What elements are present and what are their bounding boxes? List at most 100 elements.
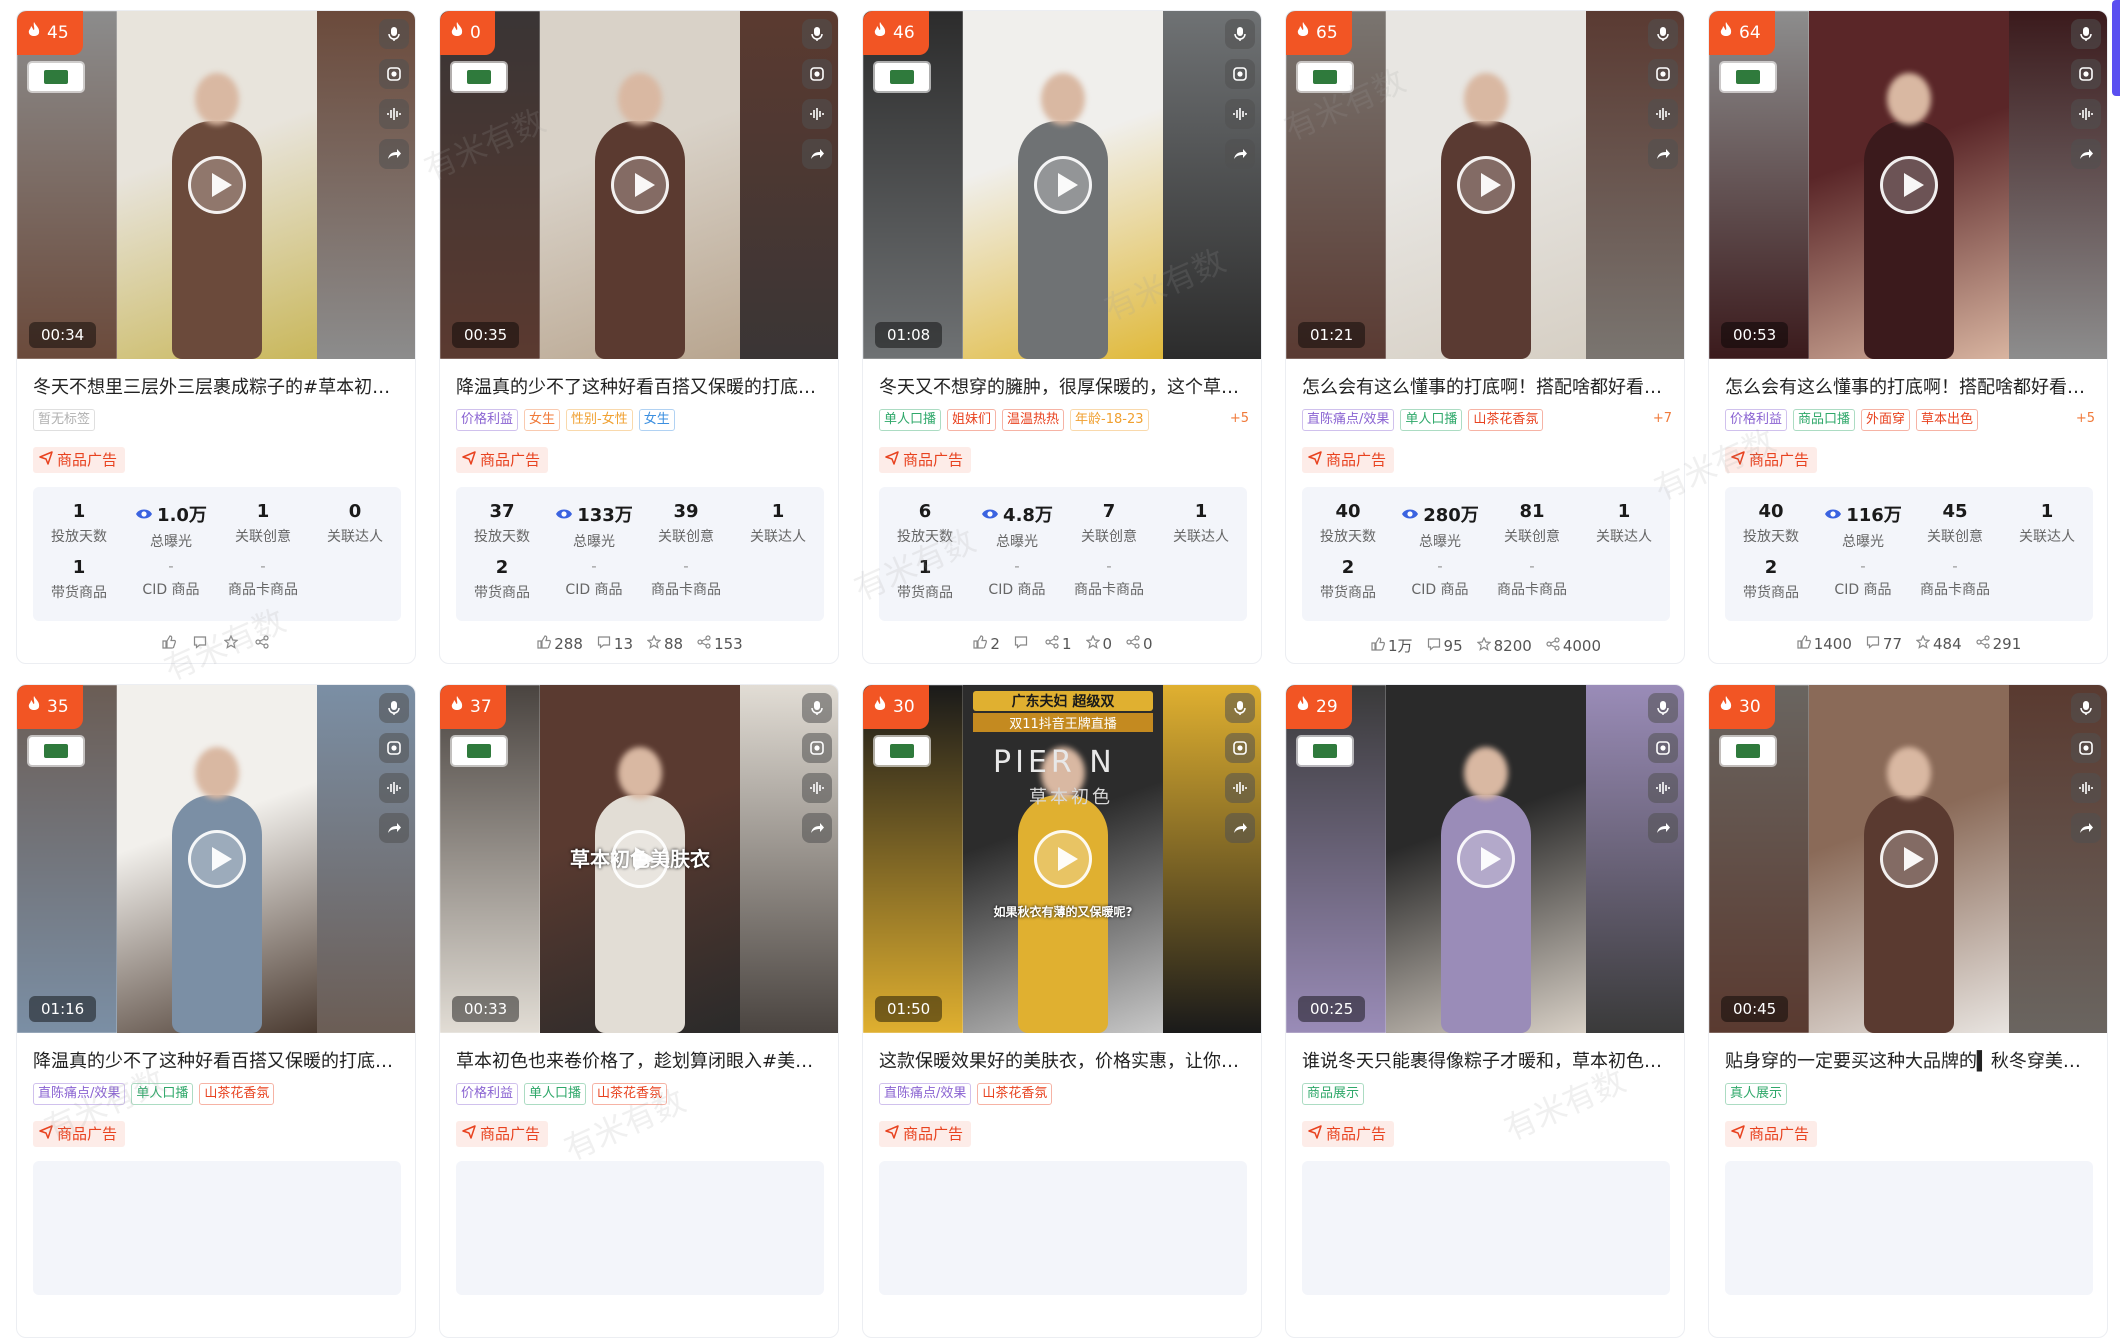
video-ad-card[interactable]: 35 01:16 降温真的少不了这种好看百搭又保暖的打底衫... 直陈痛点/效果 单人口… — [16, 684, 416, 1338]
video-title[interactable]: 谁说冬天只能裹得像粽子才暖和，草本初色山... — [1302, 1047, 1672, 1073]
metric-value: 4.8万 — [971, 501, 1063, 527]
metric-days: 40 投放天数 — [1725, 501, 1817, 546]
share-icon[interactable] — [1225, 139, 1255, 169]
video-thumbnail[interactable]: 30 00:45 — [1709, 685, 2107, 1033]
video-thumbnail[interactable]: 64 00:53 — [1709, 11, 2107, 359]
play-icon[interactable] — [1457, 830, 1515, 888]
audio-wave-icon[interactable] — [802, 99, 832, 129]
transcript-icon[interactable] — [1648, 693, 1678, 723]
video-ad-card[interactable]: 64 00:53 怎么会有这么懂事的打底啊！搭配啥都好看，... 价格利益 商品口播 外面… — [1708, 10, 2108, 664]
share-icon[interactable] — [379, 139, 409, 169]
content-tag: 单人口播 — [524, 1083, 587, 1105]
metric-value: 1 — [879, 557, 971, 578]
video-title[interactable]: 这款保暖效果好的美肤衣，价格实惠，让你秋... — [879, 1047, 1249, 1073]
video-ad-card[interactable]: 0 00:35 降温真的少不了这种好看百搭又保暖的打底衫... 价格利益 女生 性别-女性… — [439, 10, 839, 664]
video-title[interactable]: 草本初色也来卷价格了，趁划算闭眼入#美肤... — [456, 1047, 826, 1073]
screenshot-icon[interactable] — [379, 59, 409, 89]
video-ad-card[interactable]: 广东夫妇 超级双 双11抖音王牌直播 PIER N 草本初色 如果秋衣有薄的又保暖呢? 3… — [862, 684, 1262, 1338]
video-thumbnail[interactable]: 65 01:21 — [1286, 11, 1684, 359]
video-ad-card[interactable]: 29 00:25 谁说冬天只能裹得像粽子才暖和，草本初色山... 商品展示 商品广告 — [1285, 684, 1685, 1338]
content-tag: 暂无标签 — [33, 409, 96, 431]
share-icon[interactable] — [2071, 139, 2101, 169]
video-title[interactable]: 降温真的少不了这种好看百搭又保暖的打底衫... — [456, 373, 826, 399]
play-icon[interactable] — [188, 156, 246, 214]
audio-wave-icon[interactable] — [2071, 773, 2101, 803]
audio-wave-icon[interactable] — [1225, 99, 1255, 129]
video-title[interactable]: 贴身穿的一定要买这种大品牌的▍秋冬穿美肤... — [1725, 1047, 2095, 1073]
screenshot-icon[interactable] — [802, 733, 832, 763]
more-tags-toggle[interactable]: +5 — [1230, 411, 1249, 426]
transcript-icon[interactable] — [1225, 19, 1255, 49]
share-icon[interactable] — [1225, 813, 1255, 843]
audio-wave-icon[interactable] — [802, 773, 832, 803]
video-title[interactable]: 怎么会有这么懂事的打底啊！搭配啥都好看，... — [1725, 373, 2095, 399]
transcript-icon[interactable] — [2071, 19, 2101, 49]
video-title[interactable]: 冬天又不想穿的臃肿，很厚保暖的，这个草本... — [879, 373, 1249, 399]
share-icon[interactable] — [802, 139, 832, 169]
screenshot-icon[interactable] — [379, 733, 409, 763]
metric-value: 40 — [1302, 501, 1394, 522]
transcript-icon[interactable] — [802, 693, 832, 723]
metric-number: - — [168, 557, 174, 575]
video-thumbnail[interactable]: 0 00:35 — [440, 11, 838, 359]
video-ad-card[interactable]: 65 01:21 怎么会有这么懂事的打底啊！搭配啥都好看，... 直陈痛点/效果 单人口… — [1285, 10, 1685, 664]
transcript-icon[interactable] — [2071, 693, 2101, 723]
metric-days: 1 投放天数 — [33, 501, 125, 546]
video-caption-overlay: 如果秋衣有薄的又保暖呢? — [993, 905, 1133, 919]
audio-wave-icon[interactable] — [379, 99, 409, 129]
screenshot-icon[interactable] — [2071, 59, 2101, 89]
video-thumbnail[interactable]: 45 00:34 — [17, 11, 415, 359]
screenshot-icon[interactable] — [2071, 733, 2101, 763]
play-icon[interactable] — [188, 830, 246, 888]
screenshot-icon[interactable] — [1225, 59, 1255, 89]
comment-icon — [597, 635, 611, 653]
metric-label: 投放天数 — [1320, 529, 1376, 545]
transcript-icon[interactable] — [1225, 693, 1255, 723]
screenshot-icon[interactable] — [1225, 733, 1255, 763]
play-icon[interactable] — [1034, 156, 1092, 214]
screenshot-icon[interactable] — [1648, 733, 1678, 763]
play-icon[interactable] — [611, 156, 669, 214]
play-icon[interactable] — [1880, 830, 1938, 888]
audio-wave-icon[interactable] — [2071, 99, 2101, 129]
screenshot-icon[interactable] — [1648, 59, 1678, 89]
video-thumbnail[interactable]: 29 00:25 — [1286, 685, 1684, 1033]
video-ad-card[interactable]: 草本初色美肤衣 37 00:33 草本初色也来卷价格了，趁划算闭眼入#美肤... 价格利… — [439, 684, 839, 1338]
share-icon[interactable] — [1648, 813, 1678, 843]
audio-wave-icon[interactable] — [379, 773, 409, 803]
audio-wave-icon[interactable] — [1648, 99, 1678, 129]
video-thumbnail[interactable]: 广东夫妇 超级双 双11抖音王牌直播 PIER N 草本初色 如果秋衣有薄的又保暖呢? 3… — [863, 685, 1261, 1033]
metric-days: 37 投放天数 — [456, 501, 548, 546]
video-title[interactable]: 冬天不想里三层外三层裹成粽子的#草本初色 ... — [33, 373, 403, 399]
play-icon[interactable] — [1457, 156, 1515, 214]
play-icon[interactable] — [1034, 830, 1092, 888]
share-icon[interactable] — [802, 813, 832, 843]
video-ad-card[interactable]: 45 00:34 冬天不想里三层外三层裹成粽子的#草本初色 ... 暂无标签 商品广告 1… — [16, 10, 416, 664]
transcript-icon[interactable] — [379, 693, 409, 723]
video-thumbnail[interactable]: 草本初色美肤衣 37 00:33 — [440, 685, 838, 1033]
more-tags-toggle[interactable]: +7 — [1653, 411, 1672, 426]
flame-icon — [1296, 11, 1310, 55]
screenshot-icon[interactable] — [802, 59, 832, 89]
share-icon[interactable] — [379, 813, 409, 843]
favorite-icon — [223, 634, 239, 653]
transcript-icon[interactable] — [1648, 19, 1678, 49]
video-title[interactable]: 降温真的少不了这种好看百搭又保暖的打底衫... — [33, 1047, 403, 1073]
favorite-icon — [646, 634, 662, 653]
more-tags-toggle[interactable]: +5 — [2076, 411, 2095, 426]
video-ad-card[interactable]: 30 00:45 贴身穿的一定要买这种大品牌的▍秋冬穿美肤... 真人展示 商品广告 — [1708, 684, 2108, 1338]
share-icon[interactable] — [1648, 139, 1678, 169]
video-thumbnail[interactable]: 46 01:08 — [863, 11, 1261, 359]
transcript-icon[interactable] — [379, 19, 409, 49]
audio-wave-icon[interactable] — [1648, 773, 1678, 803]
video-ad-card[interactable]: 46 01:08 冬天又不想穿的臃肿，很厚保暖的，这个草本... 单人口播 姐妹们 温温热… — [862, 10, 1262, 664]
audio-wave-icon[interactable] — [1225, 773, 1255, 803]
metric-days: 40 投放天数 — [1302, 501, 1394, 546]
transcript-icon[interactable] — [802, 19, 832, 49]
play-icon[interactable] — [1880, 156, 1938, 214]
metric-value: 116万 — [1817, 501, 1909, 527]
video-title[interactable]: 怎么会有这么懂事的打底啊！搭配啥都好看，... — [1302, 373, 1672, 399]
play-icon[interactable] — [611, 830, 669, 888]
share-icon[interactable] — [2071, 813, 2101, 843]
video-thumbnail[interactable]: 35 01:16 — [17, 685, 415, 1033]
